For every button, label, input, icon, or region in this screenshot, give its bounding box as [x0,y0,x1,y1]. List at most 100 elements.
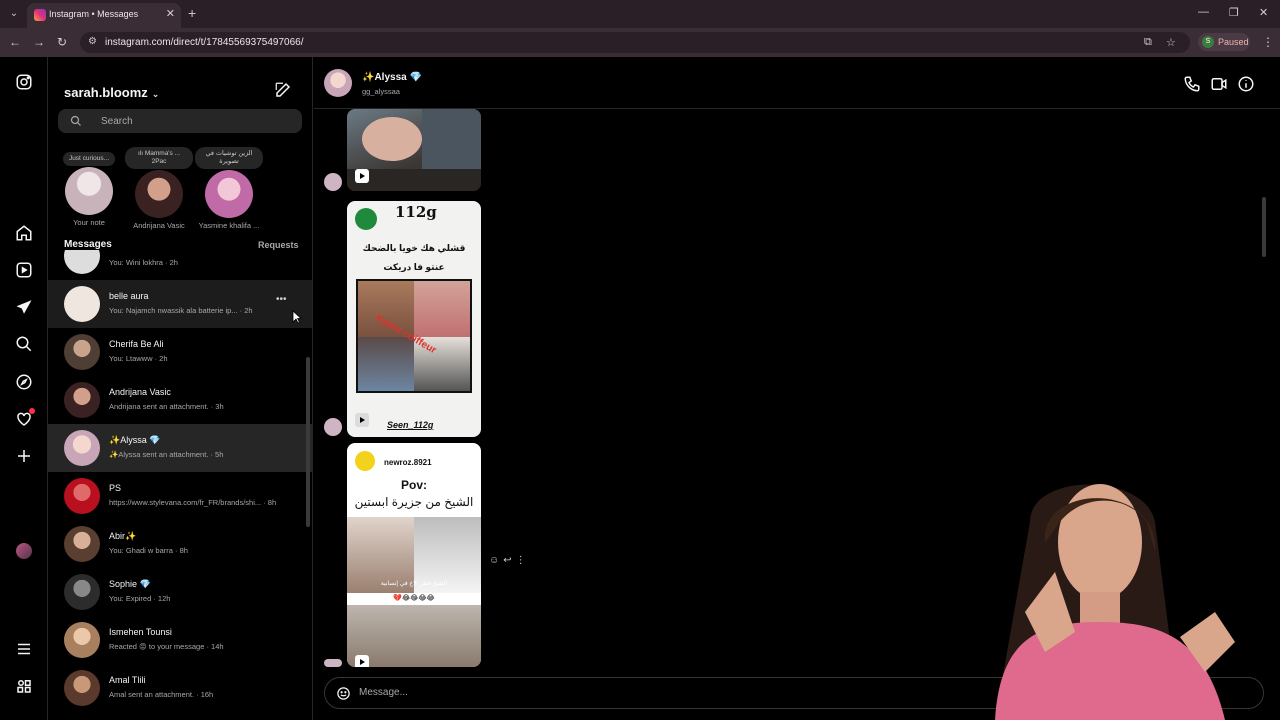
reels-icon[interactable] [14,260,34,280]
reel-play-icon [355,169,369,183]
search-input[interactable] [58,109,302,133]
close-window-button[interactable]: ✕ [1259,6,1268,19]
tab-title: Instagram • Messages [49,9,139,19]
profile-paused-button[interactable]: S Paused [1198,33,1250,51]
apps-icon[interactable] [14,676,34,696]
instagram-icon[interactable] [14,72,34,92]
video-call-icon[interactable] [1210,75,1228,93]
emoji-icon[interactable] [336,686,351,701]
avatar [64,622,100,658]
minimize-button[interactable]: — [1198,6,1209,18]
mouse-cursor-icon [292,310,302,324]
conversation-item-active[interactable]: ✨Alyssa 💎 ✨Alyssa sent an attachment. · … [48,424,312,472]
search-icon [70,115,81,126]
reel-thumbnail: Karim coiffeur [356,279,472,393]
conversation-item[interactable]: Abir✨ You: Ghadi w barra · 8h [48,520,312,568]
conversation-preview: https://www.stylevana.com/fr_FR/brands/s… [109,498,277,507]
avatar [64,250,100,274]
reply-icon[interactable]: ↩ [503,555,515,566]
reel-account-avatar [355,208,377,230]
tab-close-icon[interactable]: ✕ [166,7,175,20]
chat-scrollbar[interactable] [1262,197,1266,257]
conversation-list: You: Wini lokhra · 2h belle aura You: Na… [48,250,312,720]
note-item[interactable]: ılı Mamma's ... 2Pac Andrijana Vasic [124,147,194,230]
note-bubble: Just curious... [62,152,116,166]
browser-tab[interactable]: Instagram • Messages ✕ [27,3,181,28]
phone-call-icon[interactable] [1183,75,1201,93]
reel-subtitle: الشيخ فطر الاخ في إنسانية [380,581,448,587]
forward-button[interactable]: → [33,35,45,49]
browser-menu-icon[interactable]: ⋮ [1262,35,1274,49]
home-icon[interactable] [14,223,34,243]
conversation-name: Andrijana Vasic [109,387,171,397]
conversation-preview: Amal sent an attachment. · 16h [109,690,214,699]
note-item[interactable]: الزين توشيات في تصويرة Yasmine khalifa .… [194,147,264,230]
bookmark-star-icon[interactable]: ☆ [1166,36,1176,49]
conversation-item[interactable]: Cherifa Be Ali You: Ltawww · 2h [48,328,312,376]
react-emoji-icon[interactable]: ☺ [489,555,503,566]
chevron-down-icon: ⌄ [151,89,160,99]
site-info-icon[interactable]: ⚙ [88,36,97,47]
install-app-icon[interactable]: ⧉ [1144,36,1152,49]
reel-play-icon [355,413,369,427]
reel-account-avatar [355,451,375,471]
conversation-item[interactable]: belle aura You: Najamch nwassik ala batt… [48,280,312,328]
reel-message[interactable]: 112g قشلي هك خويا بالضحك عنتو فا دريكت K… [347,201,481,437]
new-tab-button[interactable]: + [188,5,196,21]
avatar[interactable] [324,69,352,97]
explore-icon[interactable] [14,372,34,392]
create-icon[interactable] [14,446,34,466]
avatar [64,478,100,514]
conversation-preview: You: Wini lokhra · 2h [109,258,178,267]
conversation-item[interactable]: You: Wini lokhra · 2h [48,250,312,280]
heart-icon[interactable] [14,408,35,429]
note-item[interactable]: Just curious... Your note [54,147,124,227]
reel-message[interactable]: newroz.8921 Pov: الشيخ من جزيرة ابستين ا… [347,443,481,667]
menu-icon[interactable] [14,639,34,659]
conversation-item[interactable]: Ismehen Tounsi Reacted 😡 to your message… [48,616,312,664]
conversation-item[interactable]: Sophie 💎 You: Expired · 12h [48,568,312,616]
reel-caption: Seen_112g [387,420,434,430]
url-text: instagram.com/direct/t/17845569375497066… [105,37,304,48]
profile-avatar[interactable] [16,543,32,559]
message-input-placeholder: Message... [359,687,408,698]
url-field[interactable]: ⚙ instagram.com/direct/t/178455693754970… [80,32,1190,53]
restore-button[interactable]: ❐ [1229,6,1239,19]
messages-section-title: Messages [64,239,112,250]
chat-contact-name[interactable]: ✨Alyssa 💎 [362,72,422,83]
account-switcher[interactable]: sarah.bloomz ⌄ [64,85,159,100]
conversation-item[interactable]: PS https://www.stylevana.com/fr_FR/brand… [48,472,312,520]
messages-icon[interactable] [14,297,34,317]
instagram-favicon-icon [34,9,46,21]
conversation-name: Ismehen Tounsi [109,627,172,637]
more-options-icon[interactable]: ••• [276,294,287,305]
conversation-name: Amal Tlili [109,675,146,685]
requests-link[interactable]: Requests [258,240,299,250]
search-icon[interactable] [14,334,34,354]
conversation-item[interactable]: Amal Tlili Amal sent an attachment. · 16… [48,664,312,712]
info-icon[interactable] [1237,75,1255,93]
more-icon[interactable]: ⋮ [516,555,530,566]
avatar [324,659,342,667]
reel-title: قشلي هك خويا بالضحك عنتو فا دريكت [362,243,466,272]
avatar [64,574,100,610]
reel-message[interactable] [347,109,481,191]
compose-icon[interactable] [274,81,292,99]
inbox-scrollbar[interactable] [306,357,310,527]
profile-status: Paused [1218,37,1249,47]
avatar [324,418,342,436]
conversation-name: ✨Alyssa 💎 [109,435,161,445]
reload-button[interactable]: ↻ [57,35,67,49]
browser-tab-bar: ⌄ Instagram • Messages ✕ + — ❐ ✕ [0,0,1280,28]
message-actions: ☺↩⋮ [489,555,530,566]
back-button[interactable]: ← [9,35,21,49]
reel-pov: Pov: [400,478,427,492]
tab-search-button[interactable]: ⌄ [6,6,22,22]
conversation-preview: Reacted 😡 to your message · 14h [109,642,224,651]
conversation-item[interactable]: Andrijana Vasic Andrijana sent an attach… [48,376,312,424]
avatar [64,382,100,418]
conversation-name: Sophie 💎 [109,579,151,589]
avatar [64,430,100,466]
conversation-preview: You: Ltawww · 2h [109,354,168,363]
avatar [135,170,183,218]
